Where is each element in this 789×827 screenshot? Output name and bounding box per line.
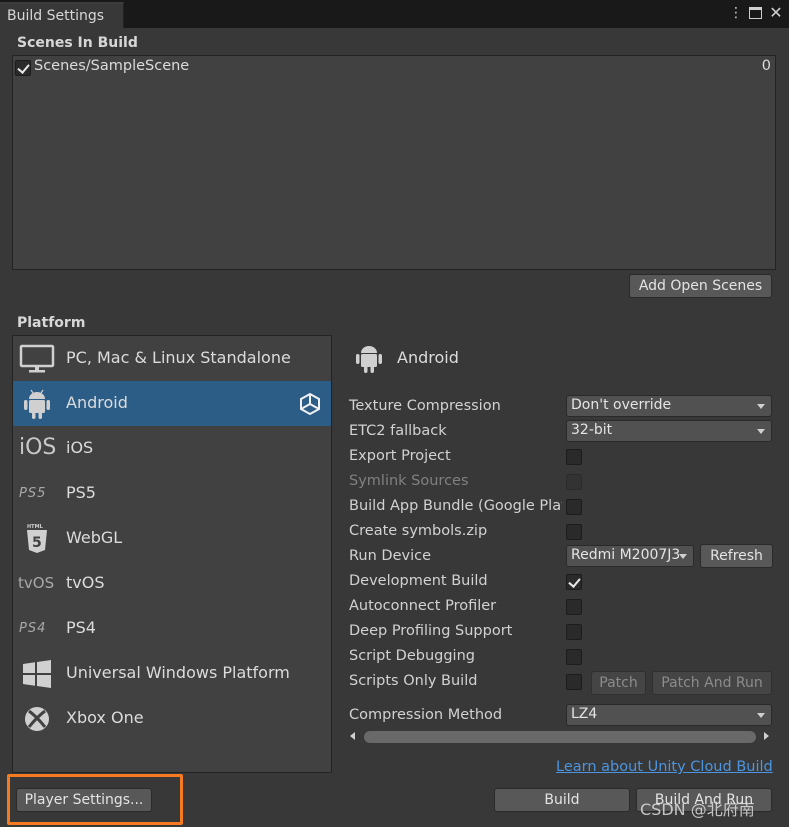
platform-item-uwp[interactable]: Universal Windows Platform xyxy=(13,651,331,696)
add-open-scenes-button[interactable]: Add Open Scenes xyxy=(629,274,772,298)
deep-profiling-label: Deep Profiling Support xyxy=(349,623,513,639)
script-debugging-checkbox[interactable] xyxy=(566,649,582,665)
scripts-only-build-checkbox[interactable] xyxy=(566,674,582,690)
platform-item-ps4[interactable]: PS4 PS4 xyxy=(13,606,331,651)
platform-item-xbox[interactable]: Xbox One xyxy=(13,696,331,741)
platform-label-tvos: tvOS xyxy=(66,573,105,592)
deep-profiling-checkbox[interactable] xyxy=(566,624,582,640)
build-app-bundle-label: Build App Bundle (Google Play) xyxy=(349,498,562,514)
platform-item-android[interactable]: Android xyxy=(13,381,331,426)
scripts-only-build-label: Scripts Only Build xyxy=(349,673,478,689)
autoconnect-profiler-label: Autoconnect Profiler xyxy=(349,598,497,614)
highlight-box xyxy=(7,774,183,825)
etc2-fallback-value: 32-bit xyxy=(571,422,613,438)
compression-method-label: Compression Method xyxy=(349,707,503,723)
development-build-checkbox[interactable] xyxy=(566,574,582,590)
window-title: Build Settings xyxy=(7,8,105,24)
symlink-sources-label: Symlink Sources xyxy=(349,473,469,489)
export-project-label: Export Project xyxy=(349,448,451,464)
build-app-bundle-checkbox[interactable] xyxy=(566,499,582,515)
windows-icon xyxy=(19,657,55,690)
scene-name: Scenes/SampleScene xyxy=(34,58,190,74)
svg-text:HTML: HTML xyxy=(27,524,44,530)
compression-method-dropdown[interactable]: LZ4 xyxy=(566,704,772,726)
platform-item-ios[interactable]: iOS iOS xyxy=(13,426,331,471)
platform-label: Platform xyxy=(17,315,86,331)
run-device-dropdown[interactable]: Redmi M2007J3SC xyxy=(566,545,694,567)
autoconnect-profiler-checkbox[interactable] xyxy=(566,599,582,615)
platform-item-standalone[interactable]: PC, Mac & Linux Standalone xyxy=(13,336,331,381)
scene-list[interactable]: Scenes/SampleScene 0 xyxy=(12,55,776,270)
compression-method-value: LZ4 xyxy=(571,706,598,722)
settings-header: Android xyxy=(397,348,459,367)
platform-item-tvos[interactable]: tvOS tvOS xyxy=(13,561,331,606)
chevron-down-icon xyxy=(757,404,765,409)
scroll-left-icon[interactable] xyxy=(350,732,355,740)
platform-label-ps4: PS4 xyxy=(66,618,96,637)
development-build-label: Development Build xyxy=(349,573,488,589)
ps4-icon: PS4 xyxy=(19,621,47,636)
export-project-checkbox[interactable] xyxy=(566,449,582,465)
patch-button[interactable]: Patch xyxy=(591,671,646,695)
scene-index: 0 xyxy=(761,58,771,74)
chevron-down-icon xyxy=(679,554,687,559)
create-symbols-checkbox[interactable] xyxy=(566,524,582,540)
window-tab[interactable]: Build Settings xyxy=(0,2,124,28)
etc2-fallback-label: ETC2 fallback xyxy=(349,423,447,439)
run-device-value: Redmi M2007J3SC xyxy=(571,547,679,563)
platform-item-webgl[interactable]: HTML 5 WebGL xyxy=(13,516,331,561)
etc2-fallback-dropdown[interactable]: 32-bit xyxy=(566,420,772,442)
watermark: CSDN @北府南 xyxy=(640,800,755,819)
platform-label-uwp: Universal Windows Platform xyxy=(66,663,290,682)
texture-compression-value: Don't override xyxy=(571,397,672,413)
xbox-icon xyxy=(19,702,55,735)
patch-and-run-button[interactable]: Patch And Run xyxy=(652,671,772,695)
build-button[interactable]: Build xyxy=(494,788,630,812)
platform-label-ps5: PS5 xyxy=(66,483,96,502)
tvos-icon: tvOS xyxy=(18,574,55,592)
platform-list[interactable]: PC, Mac & Linux Standalone Android iOS i… xyxy=(12,335,332,773)
unity-logo-icon xyxy=(298,392,322,416)
monitor-icon xyxy=(19,342,55,375)
platform-label-ios: iOS xyxy=(66,438,94,457)
script-debugging-label: Script Debugging xyxy=(349,648,475,664)
ios-icon: iOS xyxy=(19,435,57,460)
refresh-button[interactable]: Refresh xyxy=(700,544,773,568)
more-options-icon[interactable]: ⋮ xyxy=(728,5,744,21)
cloud-build-link[interactable]: Learn about Unity Cloud Build xyxy=(556,759,773,775)
scene-checkbox[interactable] xyxy=(15,60,31,76)
run-device-label: Run Device xyxy=(349,548,432,564)
scroll-right-icon[interactable] xyxy=(764,732,769,740)
scrollbar-thumb[interactable] xyxy=(364,731,756,743)
texture-compression-label: Texture Compression xyxy=(349,398,501,414)
platform-label-webgl: WebGL xyxy=(66,528,123,547)
platform-label-standalone: PC, Mac & Linux Standalone xyxy=(66,348,291,367)
settings-android-icon xyxy=(351,340,387,376)
create-symbols-label: Create symbols.zip xyxy=(349,523,488,539)
platform-item-ps5[interactable]: PS5 PS5 xyxy=(13,471,331,516)
platform-label-xbox: Xbox One xyxy=(66,708,144,727)
chevron-down-icon xyxy=(757,713,765,718)
symlink-sources-checkbox[interactable] xyxy=(566,474,582,490)
platform-label-android: Android xyxy=(66,393,128,412)
scenes-in-build-label: Scenes In Build xyxy=(17,35,138,51)
close-icon[interactable]: ✕ xyxy=(768,5,784,21)
maximize-icon[interactable] xyxy=(749,7,762,19)
chevron-down-icon xyxy=(757,429,765,434)
ps5-icon: PS5 xyxy=(19,486,47,501)
android-icon xyxy=(19,387,55,420)
html5-icon: HTML 5 xyxy=(19,522,55,555)
texture-compression-dropdown[interactable]: Don't override xyxy=(566,395,772,417)
svg-text:5: 5 xyxy=(32,535,42,551)
